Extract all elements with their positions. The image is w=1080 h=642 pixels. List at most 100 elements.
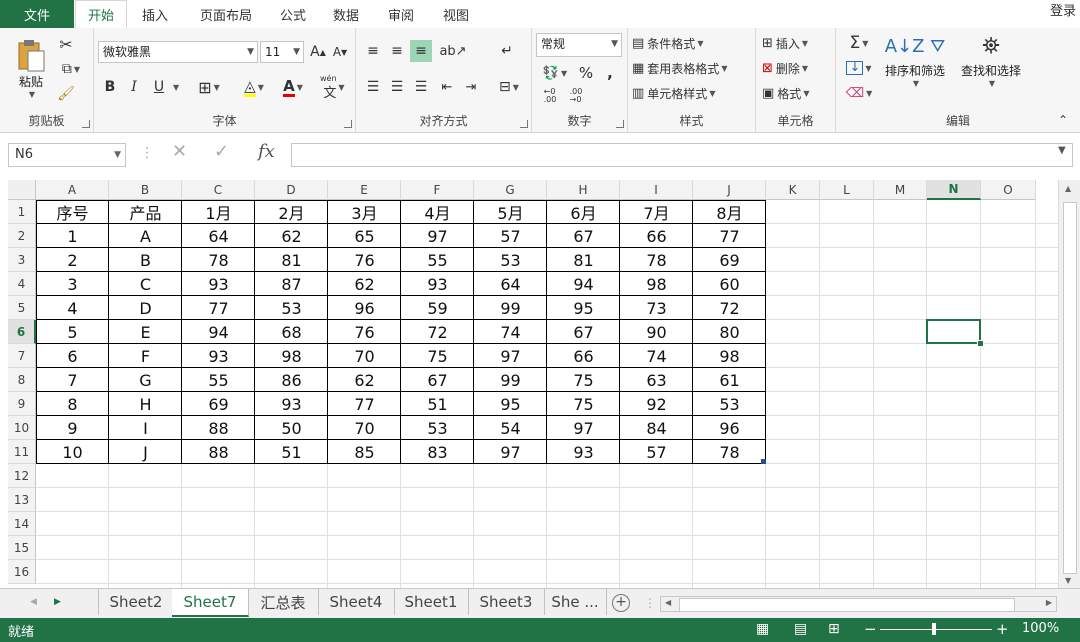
column-header-d[interactable]: D: [255, 180, 328, 200]
table-cell[interactable]: 51: [255, 440, 328, 464]
table-cell[interactable]: 53: [474, 248, 547, 272]
table-cell[interactable]: A: [109, 224, 182, 248]
table-cell[interactable]: 94: [182, 320, 255, 344]
table-cell[interactable]: 75: [401, 344, 474, 368]
vertical-scrollbar[interactable]: ▲ ▼: [1058, 180, 1080, 588]
table-cell[interactable]: E: [109, 320, 182, 344]
number-launcher-icon[interactable]: [616, 120, 624, 128]
table-cell[interactable]: 64: [474, 272, 547, 296]
align-bottom-button[interactable]: ≡: [410, 40, 432, 62]
table-cell[interactable]: 76: [328, 320, 401, 344]
conditional-format-button[interactable]: ▤ 条件格式 ▼: [632, 32, 752, 54]
table-cell[interactable]: 53: [401, 416, 474, 440]
vertical-scroll-thumb[interactable]: [1063, 202, 1077, 574]
sheet-tab-sheet4[interactable]: Sheet4: [318, 589, 395, 615]
format-painter-button[interactable]: 🖌: [56, 84, 76, 104]
table-cell[interactable]: 88: [182, 440, 255, 464]
tab-file[interactable]: 文件: [0, 0, 74, 28]
table-cell[interactable]: 69: [182, 392, 255, 416]
sheet-tab-sheet2[interactable]: Sheet2: [98, 589, 174, 615]
row-header-15[interactable]: 15: [8, 536, 36, 560]
table-cell[interactable]: I: [109, 416, 182, 440]
row-header-6[interactable]: 6: [8, 320, 36, 344]
zoom-out-button[interactable]: −: [864, 620, 877, 638]
table-cell[interactable]: 94: [547, 272, 620, 296]
table-cell[interactable]: 81: [547, 248, 620, 272]
column-header-k[interactable]: K: [766, 180, 820, 200]
table-cell[interactable]: 55: [182, 368, 255, 392]
table-cell[interactable]: C: [109, 272, 182, 296]
find-select-button[interactable]: ⛯ 查找和选择 ▼: [952, 32, 1030, 104]
table-cell[interactable]: 75: [547, 392, 620, 416]
scroll-up-icon[interactable]: ▲: [1065, 184, 1071, 193]
table-cell[interactable]: 67: [547, 320, 620, 344]
scroll-tabs-right-icon[interactable]: ▶: [54, 597, 61, 607]
normal-view-icon[interactable]: ▦: [756, 621, 769, 637]
column-header-o[interactable]: O: [981, 180, 1036, 200]
row-header-5[interactable]: 5: [8, 296, 36, 320]
delete-cells-button[interactable]: ⊠ 删除 ▼: [762, 57, 832, 79]
table-cell[interactable]: 69: [693, 248, 766, 272]
table-cell[interactable]: 97: [547, 416, 620, 440]
alignment-launcher-icon[interactable]: [520, 120, 528, 128]
row-header-9[interactable]: 9: [8, 392, 36, 416]
row-header-13[interactable]: 13: [8, 488, 36, 512]
row-header-10[interactable]: 10: [8, 416, 36, 440]
table-cell[interactable]: 88: [182, 416, 255, 440]
fill-button[interactable]: ↓ ▼: [842, 57, 876, 79]
row-header-1[interactable]: 1: [8, 200, 36, 224]
table-cell[interactable]: 7: [36, 368, 109, 392]
table-cell[interactable]: 78: [693, 440, 766, 464]
currency-button[interactable]: 💱 ▼: [538, 62, 572, 84]
table-cell[interactable]: 98: [620, 272, 693, 296]
scroll-left-icon[interactable]: ◀: [665, 598, 671, 607]
underline-dropdown-icon[interactable]: ▼: [173, 83, 179, 92]
table-cell[interactable]: 86: [255, 368, 328, 392]
table-header-cell[interactable]: 4月: [401, 200, 474, 224]
table-cell[interactable]: 93: [182, 272, 255, 296]
shrink-font-button[interactable]: A ▼: [330, 42, 350, 62]
insert-cells-button[interactable]: ⊞ 插入 ▼: [762, 32, 832, 54]
scroll-down-icon[interactable]: ▼: [1065, 576, 1071, 585]
decrease-indent-button[interactable]: ⇤: [436, 76, 458, 98]
table-cell[interactable]: 92: [620, 392, 693, 416]
paste-button[interactable]: 粘贴 ▼: [10, 34, 52, 104]
scroll-tabs-left-icon[interactable]: ◀: [30, 597, 37, 607]
table-cell[interactable]: 63: [620, 368, 693, 392]
table-cell[interactable]: 78: [182, 248, 255, 272]
bold-button[interactable]: B: [100, 76, 120, 98]
column-header-h[interactable]: H: [547, 180, 620, 200]
row-header-3[interactable]: 3: [8, 248, 36, 272]
borders-button[interactable]: ⊞ ▼: [192, 76, 226, 98]
column-header-c[interactable]: C: [182, 180, 255, 200]
sheet-tab-sheet7[interactable]: Sheet7: [172, 589, 249, 617]
table-cell[interactable]: 72: [693, 296, 766, 320]
table-cell[interactable]: 6: [36, 344, 109, 368]
table-cell[interactable]: 55: [401, 248, 474, 272]
table-header-cell[interactable]: 6月: [547, 200, 620, 224]
table-header-cell[interactable]: 2月: [255, 200, 328, 224]
table-cell[interactable]: 4: [36, 296, 109, 320]
table-cell[interactable]: 76: [328, 248, 401, 272]
tab-page-layout[interactable]: 页面布局: [186, 0, 266, 28]
table-cell[interactable]: B: [109, 248, 182, 272]
table-cell[interactable]: 50: [255, 416, 328, 440]
table-cell[interactable]: 53: [693, 392, 766, 416]
horizontal-scrollbar[interactable]: ◀ ▶: [660, 596, 1057, 612]
column-header-i[interactable]: I: [620, 180, 693, 200]
tab-review[interactable]: 审阅: [378, 0, 424, 28]
wrap-text-button[interactable]: ↵: [496, 40, 518, 62]
table-cell[interactable]: H: [109, 392, 182, 416]
table-cell[interactable]: 74: [620, 344, 693, 368]
table-cell[interactable]: 2: [36, 248, 109, 272]
table-cell[interactable]: 97: [474, 440, 547, 464]
expand-formula-icon[interactable]: ▼: [1058, 145, 1066, 156]
table-cell[interactable]: 99: [474, 368, 547, 392]
align-center-button[interactable]: ☰: [386, 76, 408, 98]
row-header-12[interactable]: 12: [8, 464, 36, 488]
autosum-button[interactable]: Σ ▼: [842, 32, 876, 54]
row-header-16[interactable]: 16: [8, 560, 36, 584]
login-link[interactable]: 登录: [1050, 0, 1076, 24]
format-cells-button[interactable]: ▣ 格式 ▼: [762, 82, 832, 104]
table-cell[interactable]: 65: [328, 224, 401, 248]
